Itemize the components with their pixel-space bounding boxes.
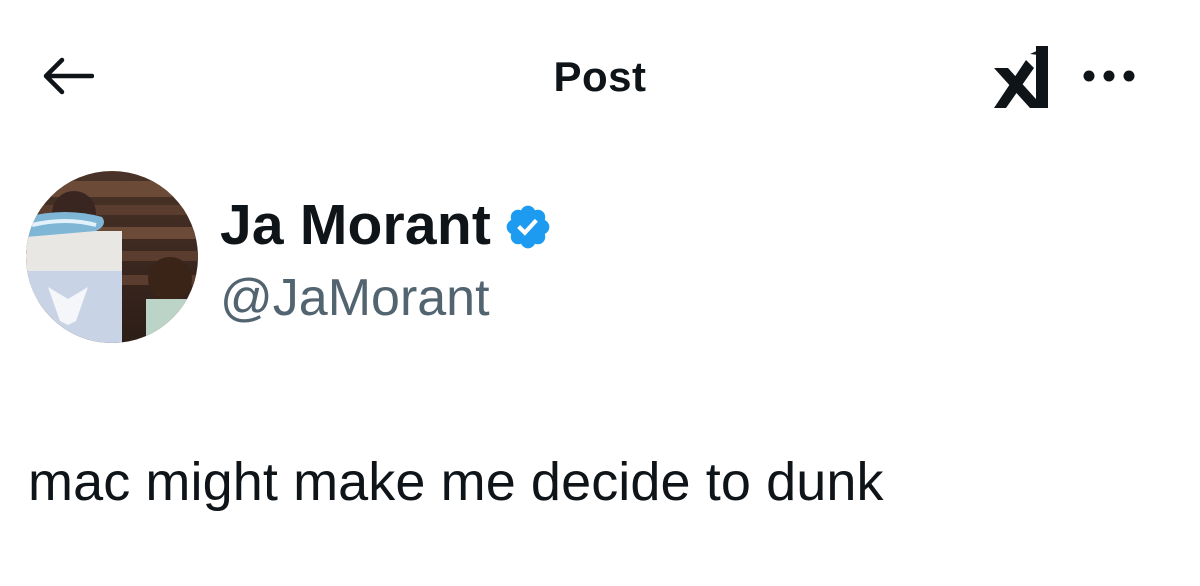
post-text: mac might make me decide to dunk <box>28 452 884 512</box>
more-options-button[interactable] <box>1076 56 1142 96</box>
grok-icon <box>994 46 1048 108</box>
avatar-image <box>26 171 198 343</box>
author-info: Ja Morant @JaMorant <box>220 190 553 330</box>
avatar[interactable] <box>26 171 198 343</box>
grok-button[interactable] <box>988 44 1054 110</box>
post-header: Post <box>0 0 1200 150</box>
author-handle[interactable]: @JaMorant <box>220 266 553 330</box>
display-name[interactable]: Ja Morant <box>220 190 491 260</box>
author-name-row: Ja Morant <box>220 190 553 260</box>
more-horizontal-icon <box>1083 70 1135 82</box>
verified-badge-icon <box>506 205 550 249</box>
